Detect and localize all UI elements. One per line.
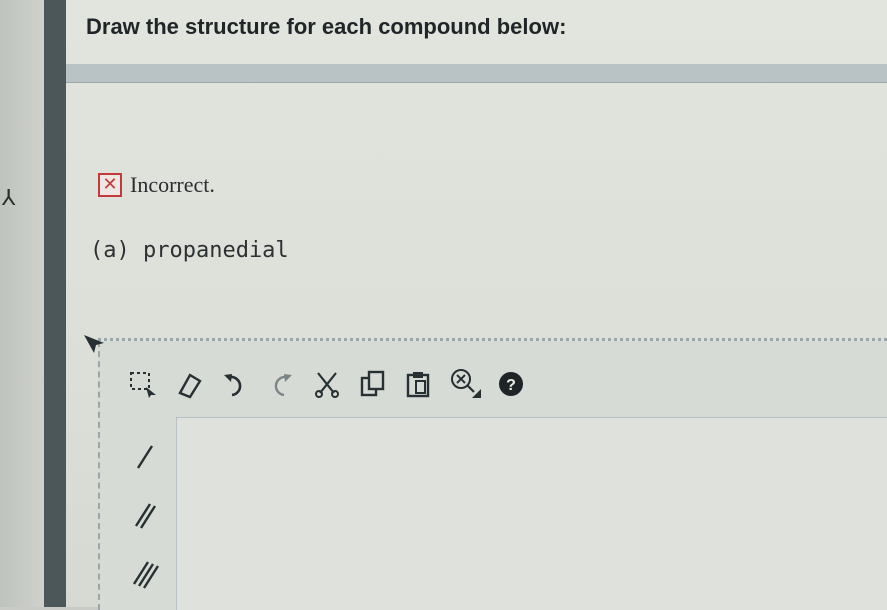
editor-toolbar: ? <box>126 361 528 407</box>
undo-icon[interactable] <box>218 367 252 401</box>
redo-icon[interactable] <box>264 367 298 401</box>
incorrect-icon: ✕ <box>98 173 122 197</box>
structure-editor: ? <box>84 335 887 610</box>
copy-icon[interactable] <box>356 367 390 401</box>
select-icon[interactable] <box>126 367 160 401</box>
header-strip <box>66 64 887 83</box>
paste-icon[interactable] <box>402 367 436 401</box>
help-icon[interactable]: ? <box>494 367 528 401</box>
page-title: Draw the structure for each compound bel… <box>86 14 567 39</box>
question-card: Draw the structure for each compound bel… <box>66 0 887 610</box>
resize-corner-icon[interactable] <box>82 333 108 359</box>
feedback-status: ✕ Incorrect. <box>98 172 215 198</box>
left-rail <box>44 0 66 607</box>
gutter-mark: ⅄ <box>2 186 16 211</box>
single-bond-icon[interactable] <box>126 427 164 485</box>
eraser-icon[interactable] <box>172 367 206 401</box>
question-header: Draw the structure for each compound bel… <box>66 0 887 65</box>
left-gutter: ⅄ <box>0 0 44 607</box>
question-label: (a) propanedial <box>90 238 289 263</box>
cut-icon[interactable] <box>310 367 344 401</box>
status-text: Incorrect. <box>130 172 215 197</box>
zoom-icon[interactable] <box>448 367 482 401</box>
double-bond-icon[interactable] <box>126 485 164 543</box>
svg-text:?: ? <box>506 377 516 394</box>
drawing-canvas[interactable] <box>176 417 887 610</box>
bond-tools <box>126 427 166 601</box>
triple-bond-icon[interactable] <box>126 543 164 601</box>
